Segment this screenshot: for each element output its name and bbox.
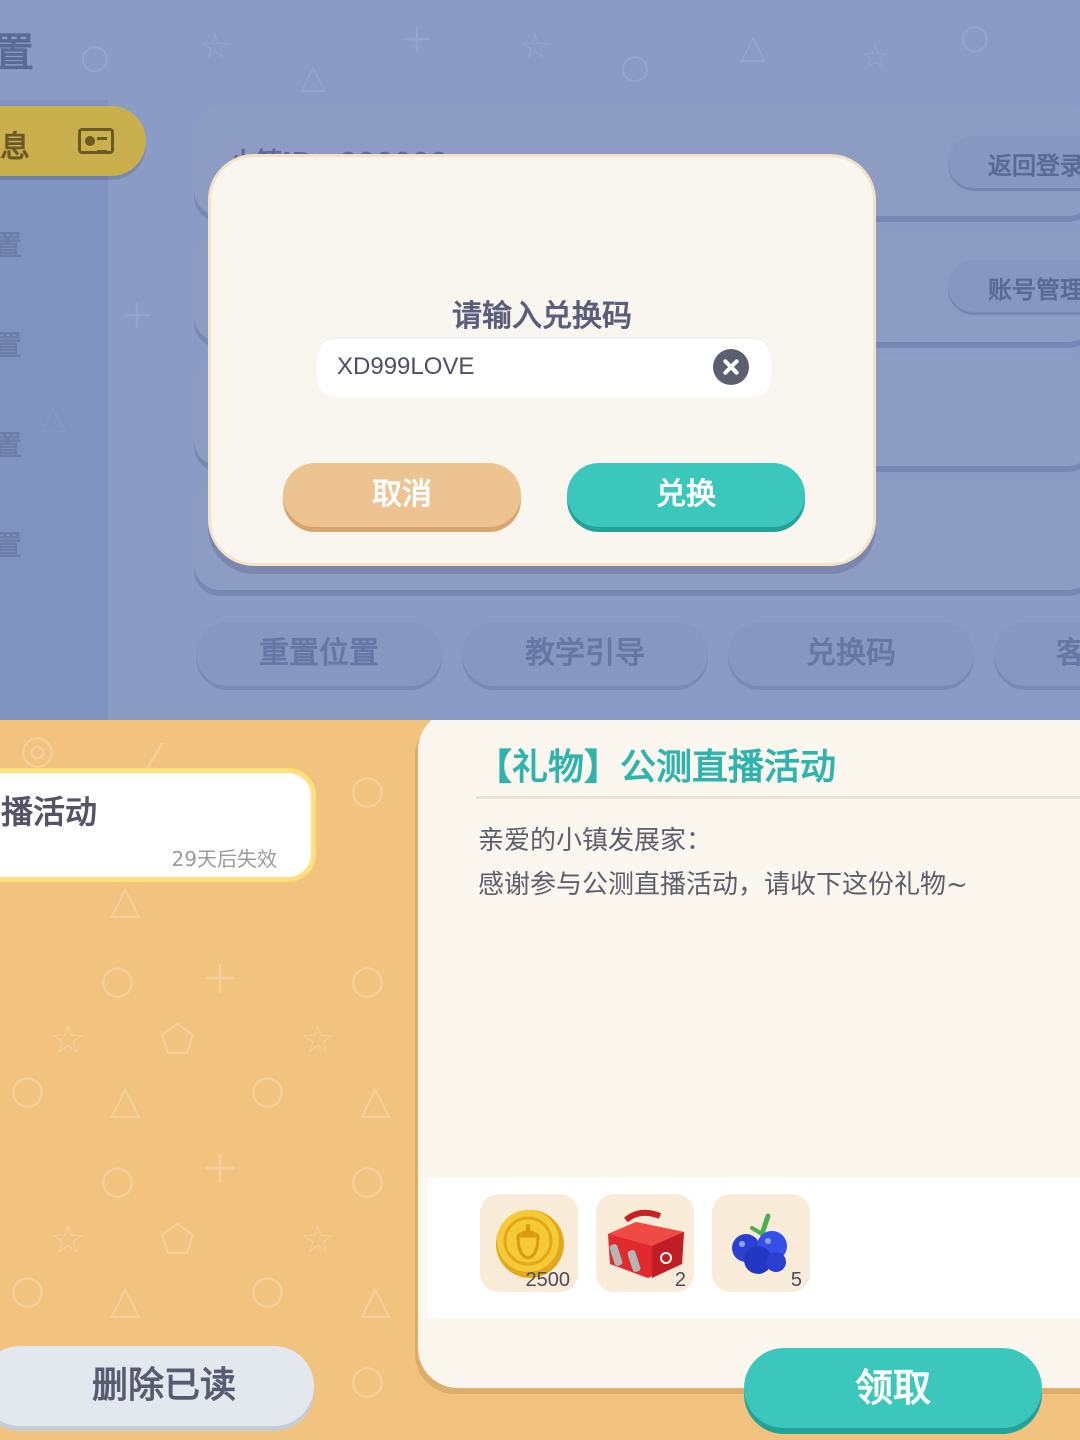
redeem-code-field: [317, 337, 771, 397]
sidebar-item-label: 息: [0, 130, 30, 165]
mail-greeting: 亲爱的小镇发展家：: [478, 826, 713, 856]
delete-read-button[interactable]: 删除已读: [0, 1346, 314, 1426]
settings-screen: ○ ☆ △ ＋ ☆ ○ △ ☆ ○ ＋ △ ○ ☆ 置 息 置 置 置 置 小镇…: [0, 0, 1080, 720]
divider: [476, 796, 1080, 799]
settings-title: 置: [0, 30, 34, 76]
id-card-icon: [78, 128, 114, 154]
dialog-title: 请输入兑换码: [452, 299, 632, 334]
mail-item-expire: 29天后失效: [171, 847, 277, 871]
claim-button[interactable]: 领取: [744, 1348, 1042, 1428]
cancel-button[interactable]: 取消: [283, 463, 521, 527]
mailbox-screen: ◎ ⁄ ○ △ ＋ ○ ○ ☆ ☆ ⬠ ○ ○ △ △ ＋ ○ ○ ☆ ☆ ⬠ …: [0, 720, 1080, 1440]
sidebar-item[interactable]: 置: [0, 224, 22, 264]
mail-item-title: 播活动: [1, 793, 98, 831]
redeem-code-button[interactable]: 兑换码: [728, 622, 974, 686]
back-to-login-button[interactable]: 返回登录: [948, 136, 1080, 188]
reward-count: 5: [790, 1269, 802, 1291]
customer-service-button[interactable]: 客: [994, 622, 1080, 686]
sidebar-item-info[interactable]: 息: [0, 106, 146, 176]
tutorial-button[interactable]: 教学引导: [462, 622, 708, 686]
mail-detail-title: 【礼物】公测直播活动: [476, 747, 837, 788]
mail-detail-panel: 【礼物】公测直播活动 亲爱的小镇发展家： 感谢参与公测直播活动，请收下这份礼物~…: [418, 720, 1080, 1388]
sidebar-item[interactable]: 置: [0, 324, 22, 364]
mail-body: 感谢参与公测直播活动，请收下这份礼物~: [478, 870, 968, 900]
reward-item[interactable]: 5: [712, 1194, 810, 1292]
account-manage-button[interactable]: 账号管理: [948, 260, 1080, 312]
reward-count: 2: [674, 1269, 686, 1291]
redeem-button[interactable]: 兑换: [567, 463, 805, 527]
reward-item[interactable]: 2500: [480, 1194, 578, 1292]
reset-position-button[interactable]: 重置位置: [196, 622, 442, 686]
redeem-code-dialog: 请输入兑换码 取消 兑换: [208, 154, 876, 566]
sidebar-item[interactable]: 置: [0, 424, 22, 464]
redeem-code-input[interactable]: [337, 349, 697, 385]
sidebar-item[interactable]: 置: [0, 524, 22, 564]
reward-count: 2500: [525, 1269, 571, 1291]
reward-list: 2500 2 5: [426, 1178, 1080, 1318]
reward-item[interactable]: 2: [596, 1194, 694, 1292]
clear-icon[interactable]: [713, 349, 749, 385]
settings-sidebar: [0, 100, 108, 720]
mail-list-item[interactable]: 播活动 29天后失效: [0, 768, 316, 882]
